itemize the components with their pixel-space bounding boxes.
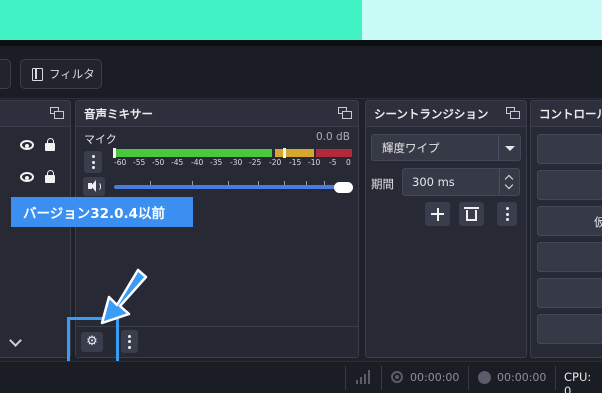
chevron-down-icon[interactable] bbox=[504, 180, 514, 190]
meter-red-segment bbox=[316, 149, 352, 157]
streaming-time: 00:00:00 bbox=[497, 371, 547, 384]
audio-mixer-header: 音声ミキサー bbox=[76, 101, 358, 127]
virtual-camera-button[interactable]: 仮 bbox=[537, 206, 602, 236]
slider-tick bbox=[258, 181, 259, 185]
scale-label: -50 bbox=[152, 158, 165, 167]
transition-menu-button[interactable] bbox=[497, 202, 517, 226]
studio-mode-button[interactable] bbox=[537, 242, 602, 272]
duration-spinbox[interactable]: 300 ms bbox=[402, 168, 520, 196]
lock-icon[interactable] bbox=[45, 170, 55, 183]
track-name: マイク bbox=[84, 133, 117, 146]
trash-icon bbox=[464, 207, 479, 221]
volume-meter bbox=[114, 149, 353, 157]
slider-tick bbox=[284, 181, 285, 185]
undock-icon[interactable] bbox=[50, 107, 64, 119]
meter-green-segment bbox=[114, 149, 272, 157]
add-transition-button[interactable] bbox=[425, 202, 450, 226]
status-separator bbox=[555, 366, 556, 390]
remove-transition-button[interactable] bbox=[459, 202, 484, 226]
scale-label: -20 bbox=[269, 158, 282, 167]
dropdown-arrow-icon[interactable] bbox=[498, 135, 520, 160]
slider-tick bbox=[228, 181, 229, 185]
cpu-usage: CPU: 0 bbox=[564, 370, 592, 393]
duration-label: 期間 bbox=[371, 177, 394, 191]
eye-icon[interactable] bbox=[20, 172, 34, 182]
source-row[interactable] bbox=[20, 169, 65, 187]
scale-label: -10 bbox=[308, 158, 321, 167]
scale-label: -40 bbox=[191, 158, 204, 167]
scale-label: -5 bbox=[329, 158, 337, 167]
status-separator bbox=[345, 366, 346, 390]
slider-tick bbox=[324, 181, 325, 185]
controls-header: コントロール bbox=[531, 101, 602, 127]
preview-canvas-right bbox=[362, 0, 602, 40]
volume-slider-handle[interactable] bbox=[334, 182, 353, 193]
start-streaming-button[interactable] bbox=[537, 134, 602, 164]
scale-label: -15 bbox=[289, 158, 302, 167]
scene-transitions-title: シーントランジション bbox=[374, 106, 489, 121]
mute-button[interactable] bbox=[83, 177, 105, 196]
status-separator bbox=[381, 366, 382, 390]
source-row[interactable] bbox=[20, 137, 65, 155]
filters-button-label: フィルタ bbox=[49, 67, 95, 81]
transition-select[interactable]: 輝度ワイプ bbox=[371, 134, 521, 161]
slider-tick bbox=[306, 181, 307, 185]
scale-label: -30 bbox=[230, 158, 243, 167]
pointer-arrow-icon bbox=[100, 268, 148, 325]
audio-mixer-title: 音声ミキサー bbox=[84, 106, 153, 121]
preview-canvas bbox=[0, 0, 362, 40]
meter-scale: -60 -55 -50 -45 -40 -35 -30 -25 -20 -15 … bbox=[114, 158, 354, 170]
scale-label: -55 bbox=[133, 158, 146, 167]
recording-indicator-icon bbox=[391, 371, 403, 383]
network-signal-icon bbox=[356, 370, 372, 384]
transition-select-value: 輝度ワイプ bbox=[382, 140, 440, 155]
version-callout: バージョン32.0.4以前 bbox=[11, 197, 193, 227]
scale-label: -25 bbox=[249, 158, 262, 167]
meter-peak-marker bbox=[283, 148, 286, 158]
recording-time: 00:00:00 bbox=[410, 371, 460, 384]
settings-button[interactable] bbox=[537, 278, 602, 308]
scale-label: -35 bbox=[210, 158, 223, 167]
mixer-menu-button[interactable] bbox=[121, 330, 138, 353]
undock-icon[interactable] bbox=[338, 107, 352, 119]
lock-icon[interactable] bbox=[45, 138, 55, 151]
duration-value: 300 ms bbox=[412, 175, 455, 189]
start-recording-button[interactable] bbox=[537, 170, 602, 200]
streaming-indicator-icon bbox=[478, 371, 491, 384]
status-separator bbox=[468, 366, 469, 390]
meter-yellow-segment bbox=[275, 149, 314, 157]
spin-arrows[interactable] bbox=[499, 169, 519, 195]
scale-label: 0 bbox=[346, 158, 351, 167]
meter-peak-marker bbox=[113, 148, 116, 158]
filters-button[interactable]: フィルタ bbox=[20, 59, 102, 89]
scale-label: -60 bbox=[114, 158, 127, 167]
sound-wave-icon bbox=[95, 182, 101, 191]
scale-label: -45 bbox=[171, 158, 184, 167]
properties-button[interactable] bbox=[0, 59, 11, 89]
speaker-icon bbox=[88, 180, 96, 192]
sources-dock-header bbox=[0, 101, 70, 127]
slider-tick bbox=[192, 181, 193, 185]
controls-title: コントロール bbox=[539, 106, 602, 121]
virtual-camera-label: 仮 bbox=[594, 215, 602, 229]
filter-icon bbox=[32, 67, 43, 81]
volume-slider[interactable] bbox=[114, 185, 344, 189]
track-db: 0.0 dB bbox=[316, 131, 350, 143]
eye-icon[interactable] bbox=[20, 140, 34, 150]
scene-transitions-header: シーントランジション bbox=[366, 101, 526, 127]
slider-tick bbox=[150, 181, 151, 185]
exit-button[interactable] bbox=[537, 314, 602, 344]
undock-icon[interactable] bbox=[506, 107, 520, 119]
track-menu-button[interactable] bbox=[84, 151, 102, 173]
